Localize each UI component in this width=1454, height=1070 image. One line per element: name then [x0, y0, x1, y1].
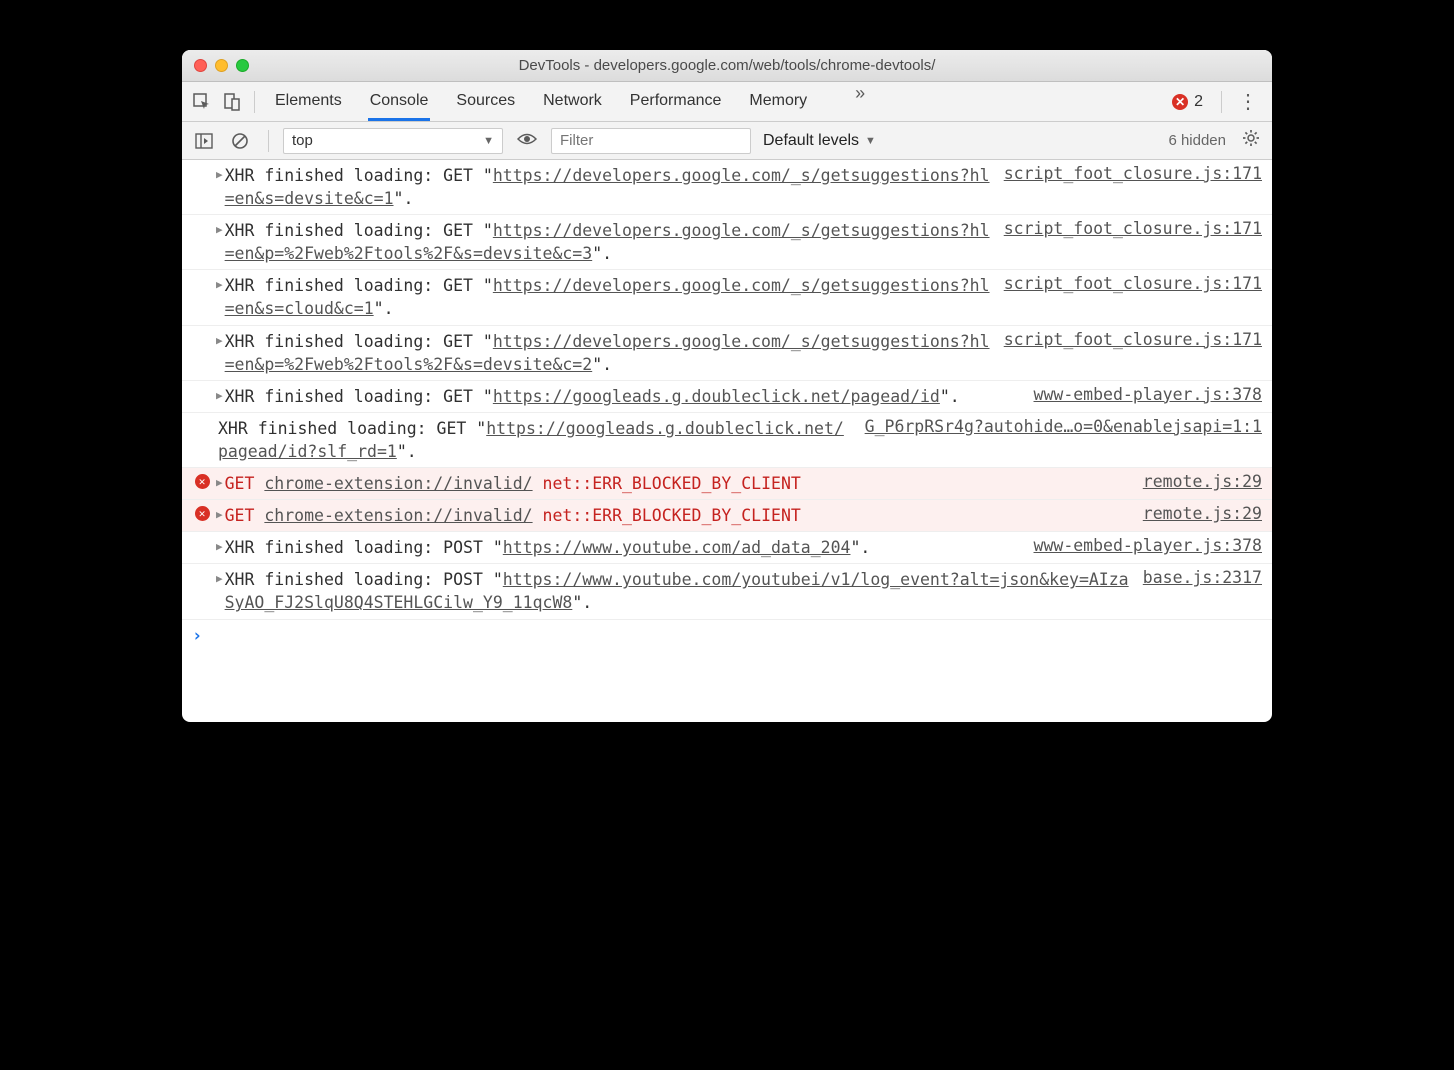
log-row[interactable]: ▶XHR finished loading: GET "https://deve…	[182, 326, 1272, 381]
log-gutter	[188, 164, 216, 166]
tab-elements[interactable]: Elements	[273, 83, 344, 121]
filter-input[interactable]	[551, 128, 751, 154]
log-row[interactable]: XHR finished loading: GET "https://googl…	[182, 413, 1272, 468]
expand-icon[interactable]: ▶	[216, 385, 223, 402]
log-message: XHR finished loading: GET "https://googl…	[218, 417, 853, 463]
main-toolbar: Elements Console Sources Network Perform…	[182, 82, 1272, 122]
log-row[interactable]: ▶XHR finished loading: POST "https://www…	[182, 532, 1272, 564]
hidden-messages-count[interactable]: 6 hidden	[1168, 132, 1226, 149]
log-source-link[interactable]: www-embed-player.js:378	[1022, 385, 1262, 404]
log-gutter	[188, 417, 216, 419]
console-log-area[interactable]: ▶XHR finished loading: GET "https://deve…	[182, 160, 1272, 620]
device-toggle-icon[interactable]	[218, 88, 246, 116]
error-icon: ✕	[1172, 94, 1188, 110]
toggle-sidebar-icon[interactable]	[190, 127, 218, 155]
log-source-link[interactable]: script_foot_closure.js:171	[992, 219, 1262, 238]
log-levels-select[interactable]: Default levels ▼	[763, 132, 876, 150]
log-row[interactable]: ▶XHR finished loading: GET "https://goog…	[182, 381, 1272, 413]
expand-icon[interactable]: ▶	[216, 472, 223, 489]
error-icon: ✕	[195, 474, 210, 489]
panel-tabs: Elements Console Sources Network Perform…	[273, 83, 865, 121]
log-source-link[interactable]: base.js:2317	[1131, 568, 1262, 587]
log-message: XHR finished loading: GET "https://devel…	[225, 330, 992, 376]
tab-performance[interactable]: Performance	[628, 83, 724, 121]
expand-icon[interactable]: ▶	[216, 568, 223, 585]
log-gutter: ✕	[188, 504, 216, 521]
log-message: GET chrome-extension://invalid/ net::ERR…	[225, 504, 1131, 527]
prompt-icon: ›	[192, 626, 202, 646]
separator	[268, 130, 269, 152]
live-expression-icon[interactable]	[511, 130, 543, 151]
log-row[interactable]: ▶XHR finished loading: POST "https://www…	[182, 564, 1272, 619]
expand-icon[interactable]: ▶	[216, 219, 223, 236]
console-toolbar: top ▼ Default levels ▼ 6 hidden	[182, 122, 1272, 160]
log-source-link[interactable]: script_foot_closure.js:171	[992, 330, 1262, 349]
log-row[interactable]: ▶XHR finished loading: GET "https://deve…	[182, 270, 1272, 325]
log-message: GET chrome-extension://invalid/ net::ERR…	[225, 472, 1131, 495]
console-prompt-row[interactable]: ›	[182, 620, 1272, 652]
log-row[interactable]: ✕ ▶GET chrome-extension://invalid/ net::E…	[182, 500, 1272, 532]
log-row[interactable]: ▶XHR finished loading: GET "https://deve…	[182, 160, 1272, 215]
window-title: DevTools - developers.google.com/web/too…	[182, 57, 1272, 74]
log-source-link[interactable]: script_foot_closure.js:171	[992, 274, 1262, 293]
chevron-down-icon: ▼	[483, 135, 494, 147]
tab-network[interactable]: Network	[541, 83, 604, 121]
expand-icon[interactable]: ▶	[216, 274, 223, 291]
tab-memory[interactable]: Memory	[747, 83, 809, 121]
separator	[254, 91, 255, 113]
log-url-link[interactable]: chrome-extension://invalid/	[264, 506, 532, 525]
log-message: XHR finished loading: GET "https://devel…	[225, 274, 992, 320]
titlebar[interactable]: DevTools - developers.google.com/web/too…	[182, 50, 1272, 82]
expand-icon[interactable]: ▶	[216, 164, 223, 181]
log-row[interactable]: ✕ ▶GET chrome-extension://invalid/ net::E…	[182, 468, 1272, 500]
log-url-link[interactable]: https://googleads.g.doubleclick.net/page…	[493, 387, 940, 406]
log-source-link[interactable]: remote.js:29	[1131, 472, 1262, 491]
log-source-link[interactable]: www-embed-player.js:378	[1022, 536, 1262, 555]
error-icon: ✕	[195, 506, 210, 521]
error-count-badge[interactable]: ✕ 2	[1172, 93, 1203, 111]
tab-sources[interactable]: Sources	[454, 83, 517, 121]
log-source-link[interactable]: G_P6rpRSr4g?autohide…o=0&enablejsapi=1:1	[853, 417, 1262, 436]
clear-console-icon[interactable]	[226, 127, 254, 155]
settings-menu-icon[interactable]: ⋮	[1230, 89, 1266, 114]
log-message: XHR finished loading: GET "https://devel…	[225, 219, 992, 265]
context-value: top	[292, 132, 313, 149]
log-row[interactable]: ▶XHR finished loading: GET "https://deve…	[182, 215, 1272, 270]
log-message: XHR finished loading: GET "https://devel…	[225, 164, 992, 210]
log-gutter	[188, 385, 216, 387]
chevron-down-icon: ▼	[865, 135, 876, 147]
log-url-link[interactable]: https://www.youtube.com/ad_data_204	[503, 538, 851, 557]
inspect-element-icon[interactable]	[188, 88, 216, 116]
log-gutter	[188, 219, 216, 221]
error-count: 2	[1194, 93, 1203, 111]
expand-icon[interactable]: ▶	[216, 330, 223, 347]
expand-icon[interactable]: ▶	[216, 504, 223, 521]
log-message: XHR finished loading: POST "https://www.…	[225, 568, 1131, 614]
expand-icon[interactable]: ▶	[216, 536, 223, 553]
log-gutter	[188, 274, 216, 276]
log-url-link[interactable]: chrome-extension://invalid/	[264, 474, 532, 493]
log-gutter	[188, 330, 216, 332]
log-source-link[interactable]: script_foot_closure.js:171	[992, 164, 1262, 183]
console-settings-icon[interactable]	[1238, 129, 1264, 152]
tab-console[interactable]: Console	[368, 83, 431, 121]
log-gutter	[188, 536, 216, 538]
levels-label: Default levels	[763, 132, 859, 150]
execution-context-select[interactable]: top ▼	[283, 128, 503, 154]
log-gutter	[188, 568, 216, 570]
log-message: XHR finished loading: POST "https://www.…	[225, 536, 1022, 559]
log-source-link[interactable]: remote.js:29	[1131, 504, 1262, 523]
devtools-window: DevTools - developers.google.com/web/too…	[182, 50, 1272, 722]
more-tabs-icon[interactable]: »	[855, 83, 865, 121]
separator	[1221, 91, 1222, 113]
log-gutter: ✕	[188, 472, 216, 489]
log-message: XHR finished loading: GET "https://googl…	[225, 385, 1022, 408]
